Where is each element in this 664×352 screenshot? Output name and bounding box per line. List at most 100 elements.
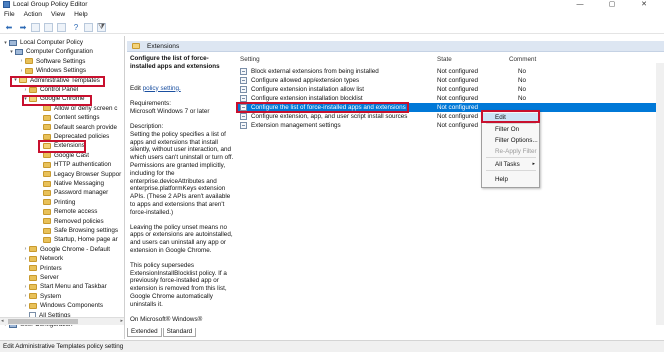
- folder-icon: [43, 189, 51, 196]
- folder-icon: [43, 227, 51, 234]
- tree-node[interactable]: ▾ Local Computer Policy: [2, 38, 83, 47]
- show-pane-icon[interactable]: [84, 22, 93, 32]
- menu-item-filter-on[interactable]: Filter On: [482, 125, 539, 134]
- expand-arrow-icon[interactable]: ›: [22, 303, 29, 309]
- expand-arrow-icon[interactable]: ▾: [2, 40, 9, 46]
- menu-item-all-tasks[interactable]: All Tasks ▸: [482, 160, 539, 169]
- tree-node[interactable]: › Windows Settings: [18, 66, 86, 75]
- tree-node[interactable]: Startup, Home page ar: [36, 235, 118, 244]
- menu-view[interactable]: View: [51, 10, 65, 20]
- folder-icon: [29, 255, 37, 262]
- expand-arrow-icon[interactable]: ›: [18, 58, 25, 64]
- tree-node[interactable]: ▾ Computer Configuration: [8, 47, 93, 56]
- tree-node-label: Startup, Home page ar: [54, 236, 118, 244]
- maximize-button[interactable]: ▢: [596, 0, 628, 10]
- close-button[interactable]: ✕: [628, 0, 660, 10]
- show-hide-tree-icon[interactable]: [31, 22, 40, 32]
- tree-node[interactable]: Printing: [36, 198, 75, 207]
- setting-cell: Configure extension installation allow l…: [240, 86, 364, 93]
- tree-node[interactable]: Native Messaging: [36, 179, 104, 188]
- scroll-left-icon[interactable]: ◂: [1, 318, 4, 324]
- table-row[interactable]: Block external extensions from being ins…: [236, 67, 664, 76]
- tree-node-label: Remote access: [54, 208, 98, 216]
- tree-node[interactable]: › Windows Components: [22, 301, 103, 310]
- tree-horizontal-scrollbar[interactable]: ◂ ▸: [0, 317, 124, 325]
- help-icon[interactable]: ?: [70, 22, 82, 33]
- all-tasks-label: All Tasks: [495, 161, 520, 168]
- setting-name: Configure extension installation allow l…: [251, 86, 365, 93]
- tree-node[interactable]: › Google Chrome - Default: [22, 245, 110, 254]
- tree-node[interactable]: › Network: [22, 254, 63, 263]
- column-comment[interactable]: Comment: [509, 56, 536, 63]
- setting-name: Extension management settings: [251, 122, 341, 129]
- menu-item-reapply-filter[interactable]: Re-Apply Filter: [482, 147, 539, 156]
- setting-name: Configure extension installation blockli…: [251, 95, 363, 102]
- export-list-icon[interactable]: [57, 22, 66, 32]
- scroll-right-icon[interactable]: ▸: [120, 318, 123, 324]
- menu-help[interactable]: Help: [74, 10, 88, 20]
- expand-arrow-icon[interactable]: ›: [22, 246, 29, 252]
- back-arrow-icon[interactable]: ⬅: [3, 22, 15, 33]
- table-row[interactable]: Extension management settings Not configu…: [236, 121, 664, 130]
- description-label: Description:: [130, 122, 164, 130]
- tree-node-label: Windows Components: [40, 302, 103, 310]
- folder-icon: [132, 43, 140, 49]
- table-row[interactable]: Configure allowed app/extension types Not…: [236, 76, 664, 85]
- extensions-header-title: Extensions: [147, 42, 180, 50]
- tree-node[interactable]: Password manager: [36, 188, 108, 197]
- column-setting[interactable]: Setting: [240, 56, 260, 63]
- scroll-thumb[interactable]: [8, 319, 78, 324]
- tab-extended[interactable]: Extended: [127, 328, 162, 337]
- setting-cell: Configure extension, app, and user scrip…: [240, 113, 407, 120]
- edit-policy-link[interactable]: policy setting.: [143, 85, 181, 92]
- extensions-highlight: [38, 140, 86, 153]
- filter-icon[interactable]: ⧩: [97, 22, 106, 32]
- tree-node[interactable]: Printers: [22, 264, 62, 273]
- window-controls: — ▢ ✕: [564, 0, 660, 10]
- folder-icon: [43, 218, 51, 225]
- policy-setting-icon: [240, 113, 247, 120]
- requirements-value: Microsoft Windows 7 or later: [130, 108, 210, 116]
- expand-arrow-icon[interactable]: ▾: [8, 49, 15, 55]
- tree-node[interactable]: Server: [22, 273, 59, 282]
- tab-standard[interactable]: Standard: [162, 328, 197, 337]
- tree-node[interactable]: Remote access: [36, 207, 97, 216]
- tree-node-label: Start Menu and Taskbar: [40, 283, 107, 291]
- column-state[interactable]: State: [437, 56, 452, 63]
- minimize-button[interactable]: —: [564, 0, 596, 10]
- policy-setting-icon: [240, 77, 247, 84]
- tree-node-label: HTTP authentication: [54, 161, 112, 169]
- expand-arrow-icon[interactable]: ›: [22, 256, 29, 262]
- policy-setting-icon: [240, 95, 247, 102]
- table-row[interactable]: Configure extension, app, and user scrip…: [236, 112, 664, 121]
- folder-icon: [43, 152, 51, 159]
- expand-arrow-icon[interactable]: ›: [18, 68, 25, 74]
- tree-node[interactable]: › Software Settings: [18, 57, 86, 66]
- folder-icon: [43, 114, 51, 121]
- tree-node[interactable]: Removed policies: [36, 217, 104, 226]
- expand-arrow-icon[interactable]: ›: [22, 87, 29, 93]
- expand-arrow-icon[interactable]: ›: [22, 293, 29, 299]
- state-cell: Not configured: [437, 86, 478, 93]
- tree-node[interactable]: HTTP authentication: [36, 160, 111, 169]
- tree-node[interactable]: › Start Menu and Taskbar: [22, 282, 107, 291]
- setting-cell: Extension management settings: [240, 122, 341, 129]
- table-row[interactable]: Configure extension installation allow l…: [236, 85, 664, 94]
- menu-action[interactable]: Action: [24, 10, 42, 20]
- folder-icon: [43, 208, 51, 215]
- list-vertical-scrollbar[interactable]: [656, 63, 664, 325]
- menu-item-filter-options[interactable]: Filter Options...: [482, 136, 539, 145]
- menu-file[interactable]: File: [4, 10, 15, 20]
- menu-item-help[interactable]: Help: [482, 175, 539, 184]
- computer-icon: [9, 39, 17, 46]
- folder-icon: [29, 293, 37, 300]
- comment-cell: No: [518, 86, 527, 93]
- properties-icon[interactable]: [44, 22, 53, 32]
- tree-node[interactable]: › System: [22, 292, 61, 301]
- tree-node[interactable]: Safe Browsing settings: [36, 226, 118, 235]
- tree-node[interactable]: Legacy Browser Suppor: [36, 170, 121, 179]
- tree-node[interactable]: Content settings: [36, 113, 100, 122]
- forward-arrow-icon[interactable]: ➡: [17, 22, 29, 33]
- expand-arrow-icon[interactable]: ›: [22, 284, 29, 290]
- tree-node[interactable]: Default search provide: [36, 123, 117, 132]
